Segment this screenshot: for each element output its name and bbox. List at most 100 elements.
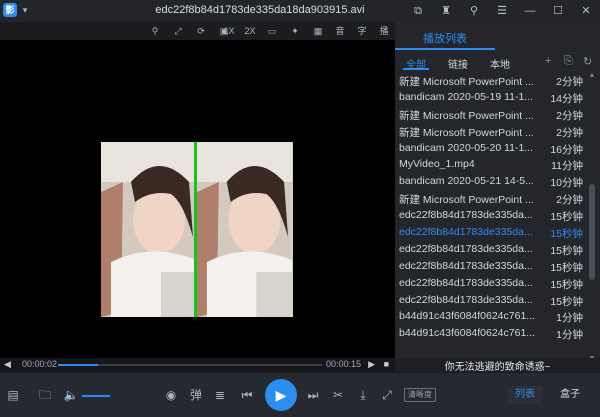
title-bar: 影 ▾ edc22f8b84d1783de335da18da903915.avi… <box>0 0 600 22</box>
play-icon: ▶ <box>275 387 287 403</box>
playlist-title-underline <box>395 48 495 50</box>
playlist-item[interactable]: 新建 Microsoft PowerPoint ... 2分钟 <box>395 123 587 140</box>
box-button[interactable]: 盒子 <box>553 386 587 404</box>
playlist-item-duration: 15秒钟 <box>550 295 583 308</box>
seek-forward-icon[interactable]: ▶ <box>368 359 375 370</box>
playlist-item-duration: 15秒钟 <box>550 228 583 241</box>
video-toolbar: ⚲ ⤢ ⟳ ▣ 1X 2X ▭ ✦ ▦ 音 字 播 <box>0 22 395 40</box>
playlist-item-name: 新建 Microsoft PowerPoint ... <box>399 194 534 207</box>
playlist-item[interactable]: bandicam 2020-05-20 11-1... 16分钟 <box>395 140 587 157</box>
playlist-item-duration: 2分钟 <box>556 109 583 122</box>
stop-icon[interactable]: ■ <box>384 359 389 369</box>
playlist-item[interactable]: edc22f8b84d1783de335da... 15秒钟 <box>395 207 587 224</box>
playlist-item[interactable]: b44d91c43f6084f0624c761... 1分钟 <box>395 308 587 325</box>
playlist-item-name: bandicam 2020-05-20 11-1... <box>399 141 534 154</box>
playlist-item-name: edc22f8b84d1783de335da... <box>399 242 533 255</box>
split-divider[interactable] <box>194 142 197 317</box>
playlist-item-name: b44d91c43f6084f0624c761... <box>399 310 536 323</box>
playlist-scrollbar[interactable]: ▲ ▼ <box>587 72 597 362</box>
close-icon[interactable]: ✕ <box>572 0 600 22</box>
previous-icon[interactable]: ⏮ <box>238 387 256 403</box>
equalizer-icon[interactable]: ≣ <box>211 387 229 403</box>
tab-links[interactable]: 链接 <box>448 56 468 71</box>
quality-button[interactable]: 清晰度 <box>404 388 436 402</box>
playlist-item[interactable]: 新建 Microsoft PowerPoint ... 2分钟 <box>395 106 587 123</box>
box-icon[interactable]: ⧉ <box>404 0 432 22</box>
subtitle-button[interactable]: 字 <box>354 24 370 38</box>
playlist-item-name: edc22f8b84d1783de335da... <box>399 259 533 272</box>
scroll-up-icon[interactable]: ▲ <box>588 72 596 79</box>
fullscreen-icon[interactable]: ⤢ <box>170 24 186 38</box>
audio-button[interactable]: 音 <box>332 24 348 38</box>
scroll-thumb[interactable] <box>589 184 595 280</box>
video-frame-right-half <box>197 142 292 317</box>
playlist-item-duration: 1分钟 <box>556 312 583 325</box>
speed-2x-button[interactable]: 2X <box>240 24 260 38</box>
playlist-item[interactable]: edc22f8b84d1783de335da... 15秒钟 <box>395 275 587 292</box>
playlist-item-duration: 11分钟 <box>551 160 583 173</box>
playlist-item[interactable]: edc22f8b84d1783de335da... 15秒钟 <box>395 224 587 241</box>
playlist-item-name: bandicam 2020-05-19 11-1... <box>399 90 534 103</box>
playlist-item-duration: 2分钟 <box>556 194 583 207</box>
playlist-item-name: MyVideo_1.mp4 <box>399 158 475 171</box>
playlist-item[interactable]: MyVideo_1.mp4 11分钟 <box>395 156 587 173</box>
rotate-icon[interactable]: ⟳ <box>193 24 209 38</box>
danmaku-button[interactable]: 弹 <box>187 387 205 403</box>
progress-track[interactable] <box>58 364 322 366</box>
video-frame <box>101 142 293 317</box>
playlist-item-name: bandicam 2020-05-21 14-5... <box>399 175 534 188</box>
playlist-item[interactable]: 新建 Microsoft PowerPoint ... 2分钟 <box>395 72 587 89</box>
image-icon[interactable]: ▦ <box>310 24 326 38</box>
playlist-item-name: b44d91c43f6084f0624c761... <box>399 327 536 340</box>
file-icon[interactable]: ⎘ <box>564 55 573 68</box>
play-button[interactable]: ▶ <box>265 379 297 411</box>
minimize-icon[interactable]: — <box>516 0 544 22</box>
playlist-item[interactable]: bandicam 2020-05-21 14-5... 10分钟 <box>395 173 587 190</box>
playlist-item[interactable]: b44d91c43f6084f0624c761... 1分钟 <box>395 325 587 342</box>
playlist-title[interactable]: 播放列表 <box>423 30 467 46</box>
video-area[interactable] <box>0 40 395 358</box>
playlist-item[interactable]: edc22f8b84d1783de335da... 15秒钟 <box>395 258 587 275</box>
expand-icon[interactable]: ⤢ <box>378 387 396 403</box>
current-time: 00:00:02 <box>22 359 58 369</box>
video-frame-left-half <box>101 142 196 317</box>
playlist-item-duration: 2分钟 <box>556 126 583 139</box>
toolbox-icon[interactable]: ▤ <box>4 387 22 403</box>
playlist-list: 新建 Microsoft PowerPoint ... 2分钟 bandicam 2… <box>395 72 587 342</box>
total-time: 00:00:15 <box>325 359 361 369</box>
playlist-item[interactable]: edc22f8b84d1783de335da... 15秒钟 <box>395 241 587 258</box>
volume-slider[interactable] <box>82 395 110 397</box>
list-button[interactable]: 列表 <box>508 386 542 404</box>
playlist-item-duration: 10分钟 <box>550 177 583 190</box>
main-menu-icon[interactable]: ☰ <box>488 0 516 22</box>
playlist-item[interactable]: edc22f8b84d1783de335da... 15秒钟 <box>395 292 587 309</box>
maximize-icon[interactable]: ☐ <box>544 0 572 22</box>
screen-mode-icon[interactable]: ▭ <box>264 24 280 38</box>
playlist-item[interactable]: bandicam 2020-05-19 11-1... 14分钟 <box>395 89 587 106</box>
eye-icon[interactable]: ◉ <box>162 387 180 403</box>
download-icon[interactable]: ⤓ <box>354 387 372 403</box>
pin-icon[interactable]: ⚲ <box>147 24 163 38</box>
speed-1x-button[interactable]: 1X <box>219 24 239 38</box>
volume-icon[interactable]: 🔈 <box>62 387 80 403</box>
skin-icon[interactable]: ♜ <box>432 0 460 22</box>
playlist-item-duration: 1分钟 <box>556 329 583 342</box>
volume-fill <box>82 395 110 397</box>
playlist-item-name: edc22f8b84d1783de335da... <box>399 209 533 222</box>
playlist-item-name: 新建 Microsoft PowerPoint ... <box>399 109 534 122</box>
open-folder-icon[interactable]: 🗀 <box>36 387 54 403</box>
playlist-item[interactable]: 新建 Microsoft PowerPoint ... 2分钟 <box>395 190 587 207</box>
pin-icon[interactable]: ⚲ <box>460 0 488 22</box>
playlist-item-duration: 15秒钟 <box>550 211 583 224</box>
tab-local[interactable]: 本地 <box>490 56 510 71</box>
next-icon[interactable]: ⏭ <box>304 387 322 403</box>
broadcast-button[interactable]: 播 <box>376 24 392 38</box>
add-icon[interactable]: + <box>545 55 551 67</box>
playlist-item-name: 新建 Microsoft PowerPoint ... <box>399 126 534 139</box>
scissors-icon[interactable]: ✂ <box>329 387 347 403</box>
bulb-icon[interactable]: ✦ <box>287 24 303 38</box>
loop-icon[interactable]: ↻ <box>583 55 592 68</box>
playlist-item-duration: 14分钟 <box>550 92 583 105</box>
seek-back-icon[interactable]: ◀ <box>4 359 11 370</box>
playlist-item-duration: 15秒钟 <box>550 261 583 274</box>
